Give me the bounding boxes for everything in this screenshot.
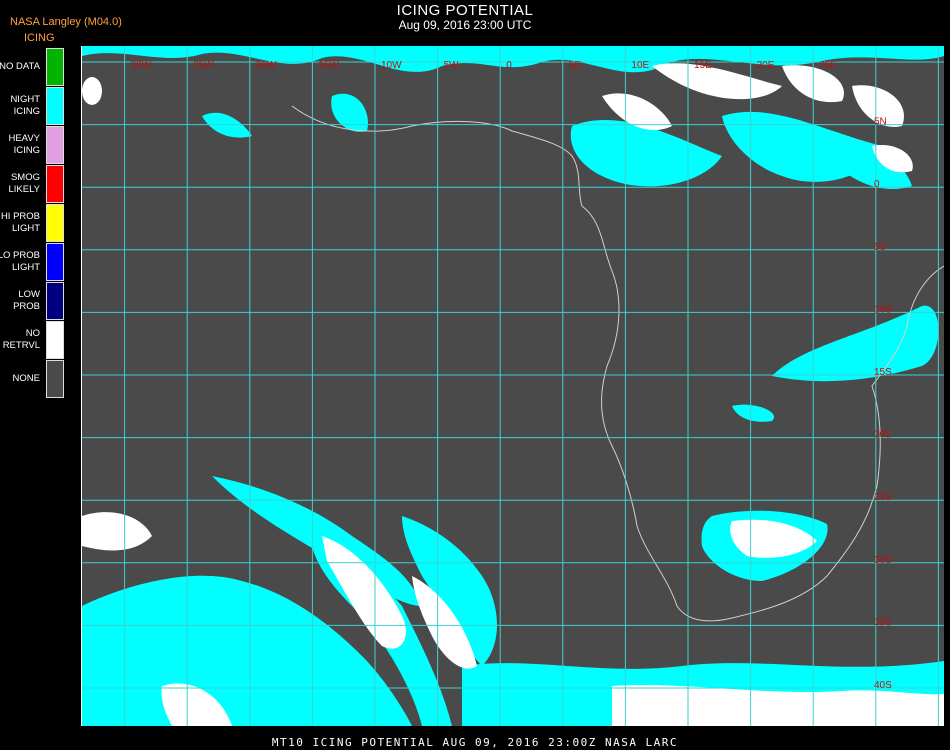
- longitude-label: 15E: [694, 60, 712, 71]
- legend-swatch: [46, 126, 64, 164]
- legend-swatch: [46, 48, 64, 86]
- legend-label: LOW PROB: [13, 289, 40, 312]
- longitude-label: 15W: [318, 60, 339, 71]
- legend-swatch: [46, 360, 64, 398]
- latitude-label: 5S: [874, 242, 887, 253]
- footer-caption: MT10 ICING POTENTIAL AUG 09, 2016 23:00Z…: [271, 736, 679, 749]
- longitude-label: 0: [506, 60, 512, 71]
- legend-swatch: [46, 243, 64, 281]
- legend-swatch: [46, 282, 64, 320]
- longitude-label: 10W: [381, 60, 402, 71]
- longitude-label: 5E: [569, 60, 582, 71]
- map-frame: 30W 25W 20W 15W 10W 5W 0 5E 10E 15E 20E 25E 5N 0 5S 10S…: [82, 46, 944, 726]
- legend-label: LO PROB LIGHT: [0, 250, 40, 273]
- latitude-label: 30S: [874, 555, 892, 566]
- legend: NO DATA NIGHT ICING HEAVY ICING SMOG LIKELY…: [0, 48, 66, 400]
- legend-label: HEAVY ICING: [8, 133, 40, 156]
- longitude-label: 25W: [193, 60, 214, 71]
- legend-label: NIGHT ICING: [10, 94, 40, 117]
- latitude-label: 15S: [874, 367, 892, 378]
- latitude-label: 5N: [874, 117, 887, 128]
- latitude-label: 20S: [874, 430, 892, 441]
- legend-swatch: [46, 87, 64, 125]
- longitude-label: 20E: [757, 60, 775, 71]
- longitude-label: 30W: [131, 60, 152, 71]
- datetime-label: Aug 09, 2016 23:00 UTC: [398, 18, 532, 32]
- legend-swatch: [46, 165, 64, 203]
- legend-label: HI PROB LIGHT: [0, 211, 40, 234]
- legend-title: ICING: [24, 32, 55, 44]
- longitude-label: 20W: [256, 60, 277, 71]
- latitude-label: 35S: [874, 617, 892, 628]
- product-title: ICING POTENTIAL: [396, 2, 534, 19]
- legend-swatch: [46, 321, 64, 359]
- legend-label: NO RETRVL: [2, 328, 40, 351]
- longitude-label: 5W: [444, 60, 460, 71]
- legend-label: SMOG LIKELY: [8, 172, 40, 195]
- legend-label: NO DATA: [0, 61, 40, 72]
- latitude-label: 25S: [874, 492, 892, 503]
- map-canvas: 30W 25W 20W 15W 10W 5W 0 5E 10E 15E 20E 25E 5N 0 5S 10S…: [82, 46, 944, 726]
- latitude-label: 40S: [874, 680, 892, 691]
- longitude-label: 10E: [631, 60, 649, 71]
- legend-label: NONE: [12, 373, 40, 384]
- cloud-layer: [82, 46, 944, 726]
- map-left-edge: [81, 46, 82, 726]
- longitude-label: 25E: [819, 60, 837, 71]
- legend-swatch: [46, 204, 64, 242]
- latitude-label: 10S: [874, 304, 892, 315]
- latitude-label: 0: [874, 179, 880, 190]
- org-label: NASA Langley (M04.0): [10, 16, 122, 28]
